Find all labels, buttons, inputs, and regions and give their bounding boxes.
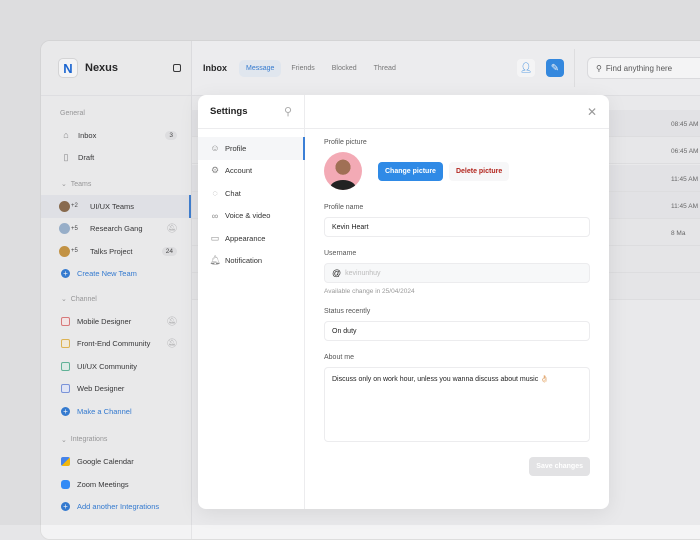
nav-label: Chat [225, 188, 241, 198]
save-changes-button[interactable]: Save changes [529, 457, 590, 476]
nav-label: Voice & video [225, 211, 271, 221]
avatar [324, 152, 362, 190]
monitor-icon: ▭ [210, 232, 220, 243]
profile-name-field[interactable]: Kevin Heart [324, 217, 590, 237]
settings-modal: Settings ⚲ ☺ Profile ⚙ Account ◌ Chat ∞ Voice… [198, 95, 609, 509]
settings-nav-chat[interactable]: ◌ Chat [198, 182, 304, 205]
nav-label: Account [225, 166, 253, 176]
status-label: Status recently [324, 308, 371, 315]
settings-title: Settings [210, 106, 248, 117]
username-label: Username [324, 250, 357, 257]
profile-picture-label: Profile picture [324, 139, 367, 146]
settings-nav-profile[interactable]: ☺ Profile [198, 137, 305, 160]
profile-form: Profile picture Change picture Delete pi… [324, 139, 590, 476]
bell-icon: 🔔︎ [209, 255, 221, 266]
about-textarea[interactable]: Discuss only on work hour, unless you wa… [324, 367, 590, 442]
gear-icon: ⚙ [210, 165, 220, 176]
at-icon: @ [332, 268, 342, 278]
settings-nav-voice-video[interactable]: ∞ Voice & video [198, 205, 304, 228]
user-icon: ☺ [210, 143, 220, 154]
settings-nav-account[interactable]: ⚙ Account [198, 160, 304, 183]
change-picture-button[interactable]: Change picture [378, 161, 443, 181]
settings-nav-notification[interactable]: 🔔︎ Notification [198, 250, 304, 273]
voicemail-icon: ∞ [211, 210, 219, 221]
search-icon[interactable]: ⚲ [284, 105, 292, 118]
username-hint: Available change in 25/04/2024 [324, 288, 415, 295]
profile-name-label: Profile name [324, 204, 364, 211]
nav-label: Appearance [225, 233, 266, 243]
close-icon[interactable]: ✕ [587, 105, 597, 119]
about-label: About me [324, 354, 354, 361]
settings-nav: Settings ⚲ ☺ Profile ⚙ Account ◌ Chat ∞ Voice… [198, 95, 305, 509]
username-field[interactable]: @ kevinunhuy [324, 263, 590, 283]
nav-label: Profile [225, 143, 247, 153]
username-value: kevinunhuy [345, 269, 381, 277]
delete-picture-button[interactable]: Delete picture [448, 161, 510, 181]
settings-nav-appearance[interactable]: ▭ Appearance [198, 227, 304, 250]
status-field[interactable]: On duty [324, 321, 590, 341]
nav-label: Notification [225, 256, 263, 266]
chat-icon: ◌ [212, 188, 218, 199]
